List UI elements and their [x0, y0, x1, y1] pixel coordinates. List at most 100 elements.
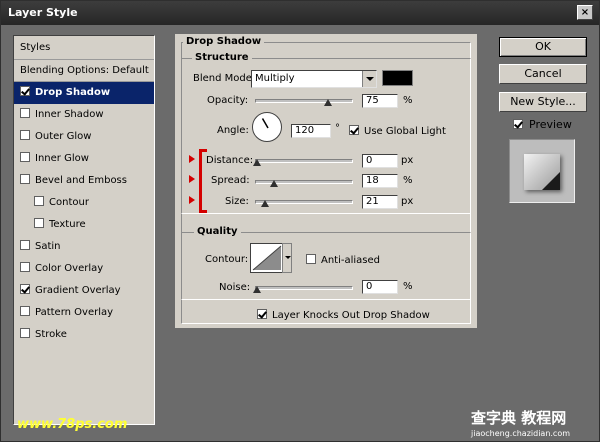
opacity-slider-track[interactable]	[255, 99, 353, 103]
style-item-label: Satin	[35, 241, 61, 252]
structure-title: Structure	[192, 52, 252, 63]
close-icon: ×	[580, 7, 590, 18]
opacity-input[interactable]: 75	[362, 94, 398, 108]
checkbox-icon[interactable]	[20, 108, 30, 118]
preview-swatch	[524, 154, 560, 190]
shadow-color-swatch[interactable]	[382, 70, 413, 86]
preview-checkbox[interactable]: Preview	[513, 118, 572, 131]
style-item-label: Contour	[49, 197, 89, 208]
spread-input[interactable]: 18	[362, 174, 398, 188]
angle-unit: °	[335, 123, 340, 134]
red-arrow-icon	[189, 175, 195, 183]
global-light-checkbox[interactable]: Use Global Light	[349, 125, 446, 137]
style-item-drop-shadow[interactable]: Drop Shadow	[14, 82, 154, 104]
checkbox-icon[interactable]	[34, 196, 44, 206]
contour-label: Contour:	[205, 254, 249, 265]
style-item-stroke[interactable]: Stroke	[14, 324, 154, 346]
style-item-texture[interactable]: Texture	[14, 214, 154, 236]
close-button[interactable]: ×	[577, 5, 593, 20]
style-item-inner-shadow[interactable]: Inner Shadow	[14, 104, 154, 126]
noise-unit: %	[403, 281, 413, 292]
style-item-label: Color Overlay	[35, 263, 104, 274]
distance-input[interactable]: 0	[362, 154, 398, 168]
red-arrow-icon	[189, 196, 195, 204]
checkbox-icon[interactable]	[20, 152, 30, 162]
style-item-label: Outer Glow	[35, 131, 92, 142]
blend-mode-select[interactable]: Multiply	[251, 70, 377, 88]
global-light-label: Use Global Light	[364, 126, 446, 137]
spread-label: Spread:	[211, 175, 250, 186]
noise-slider-track[interactable]	[255, 286, 353, 290]
distance-label: Distance:	[206, 155, 254, 166]
anti-aliased-label: Anti-aliased	[321, 255, 381, 266]
contour-picker[interactable]	[250, 243, 284, 273]
opacity-slider-thumb[interactable]	[323, 99, 332, 107]
angle-dial[interactable]	[252, 112, 282, 142]
noise-label: Noise:	[219, 282, 251, 293]
checkbox-icon[interactable]	[20, 86, 30, 96]
watermark-left: www.78ps.com	[17, 417, 128, 432]
style-item-gradient-overlay[interactable]: Gradient Overlay	[14, 280, 154, 302]
anti-aliased-checkbox[interactable]: Anti-aliased	[306, 254, 380, 266]
red-arrow-icon	[189, 155, 195, 163]
noise-input[interactable]: 0	[362, 280, 398, 294]
preview-check-icon	[513, 119, 523, 129]
watermark-right-title: 查字典 教程网	[471, 409, 567, 427]
cancel-button[interactable]: Cancel	[499, 64, 587, 84]
ok-button[interactable]: OK	[499, 37, 587, 57]
style-item-outer-glow[interactable]: Outer Glow	[14, 126, 154, 148]
style-item-pattern-overlay[interactable]: Pattern Overlay	[14, 302, 154, 324]
angle-label: Angle:	[217, 125, 249, 136]
spread-slider-thumb[interactable]	[269, 180, 278, 188]
style-item-label: Pattern Overlay	[35, 307, 114, 318]
style-item-blending-options-default[interactable]: Blending Options: Default	[14, 60, 154, 82]
watermark-right: 查字典 教程网 jiaocheng.chazidian.com	[471, 407, 570, 438]
style-item-label: Blending Options: Default	[20, 65, 149, 76]
window-title: Layer Style	[8, 6, 78, 19]
drop-shadow-title: Drop Shadow	[183, 36, 265, 47]
style-item-label: Inner Glow	[35, 153, 89, 164]
opacity-label: Opacity:	[207, 95, 249, 106]
checkbox-icon[interactable]	[20, 306, 30, 316]
checkbox-icon[interactable]	[34, 218, 44, 228]
style-item-inner-glow[interactable]: Inner Glow	[14, 148, 154, 170]
knockout-label: Layer Knocks Out Drop Shadow	[272, 310, 430, 321]
knockout-check-icon	[257, 309, 267, 319]
distance-unit: px	[401, 155, 414, 166]
spread-unit: %	[403, 175, 413, 186]
styles-header[interactable]: Styles	[14, 36, 154, 60]
size-slider-thumb[interactable]	[260, 200, 269, 208]
angle-input[interactable]: 120	[291, 124, 331, 138]
contour-dropdown-button[interactable]	[282, 243, 292, 273]
size-unit: px	[401, 196, 414, 207]
contour-curve-icon	[252, 245, 282, 271]
noise-slider-thumb[interactable]	[253, 286, 261, 294]
anti-aliased-check-icon	[306, 254, 316, 264]
style-item-color-overlay[interactable]: Color Overlay	[14, 258, 154, 280]
distance-slider-track[interactable]	[255, 159, 353, 163]
style-item-bevel-and-emboss[interactable]: Bevel and Emboss	[14, 170, 154, 192]
layer-style-dialog: Layer Style × Styles Blending Options: D…	[0, 0, 600, 442]
checkbox-icon[interactable]	[20, 240, 30, 250]
distance-slider-thumb[interactable]	[253, 159, 261, 167]
checkbox-icon[interactable]	[20, 262, 30, 272]
global-light-check-icon	[349, 125, 359, 135]
size-input[interactable]: 21	[362, 195, 398, 209]
style-item-satin[interactable]: Satin	[14, 236, 154, 258]
knockout-checkbox[interactable]: Layer Knocks Out Drop Shadow	[257, 309, 430, 321]
size-slider-track[interactable]	[255, 200, 353, 204]
checkbox-icon[interactable]	[20, 130, 30, 140]
checkbox-icon[interactable]	[20, 328, 30, 338]
opacity-unit: %	[403, 95, 413, 106]
style-item-label: Stroke	[35, 329, 67, 340]
style-item-label: Texture	[49, 219, 86, 230]
checkbox-icon[interactable]	[20, 284, 30, 294]
style-preview-thumbnail	[509, 139, 575, 203]
style-item-label: Inner Shadow	[35, 109, 104, 120]
new-style-button[interactable]: New Style...	[499, 92, 587, 112]
style-item-label: Gradient Overlay	[35, 285, 121, 296]
checkbox-icon[interactable]	[20, 174, 30, 184]
preview-label: Preview	[529, 118, 572, 131]
style-item-contour[interactable]: Contour	[14, 192, 154, 214]
styles-list: Styles Blending Options: Default Drop Sha…	[13, 35, 155, 425]
